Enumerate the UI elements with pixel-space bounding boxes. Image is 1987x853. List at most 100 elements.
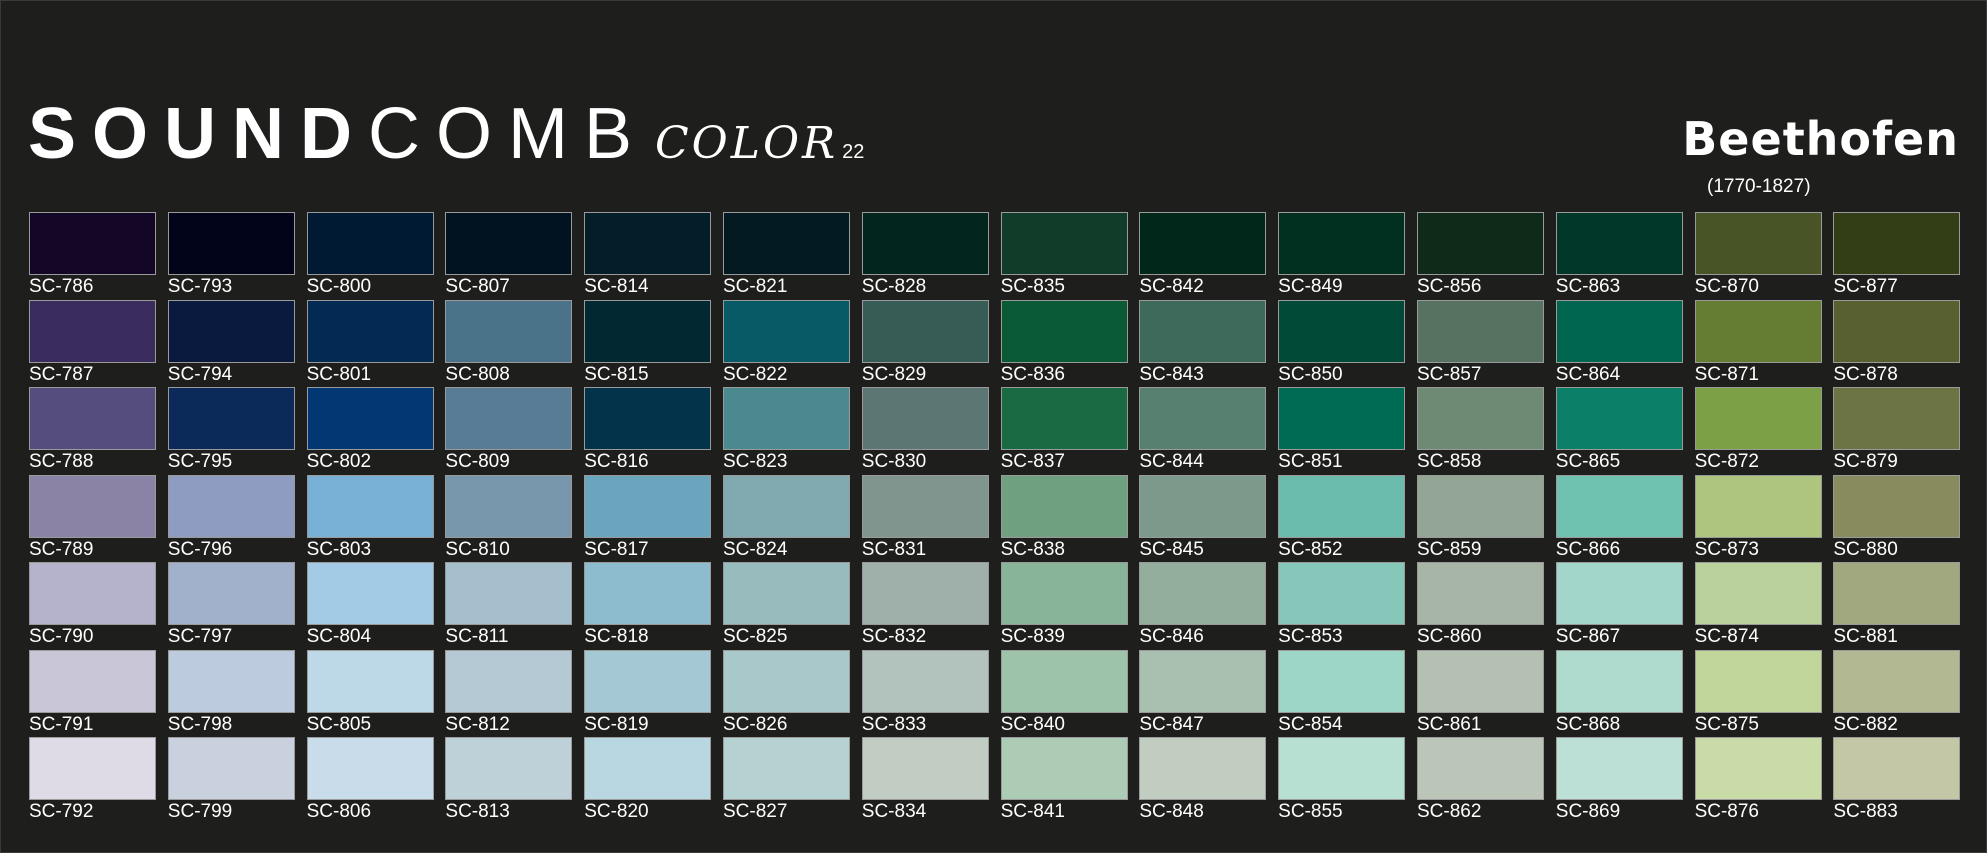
color-code: SC-814 bbox=[584, 276, 649, 297]
color-swatch bbox=[1000, 649, 1128, 713]
swatch-card: SC-799 bbox=[167, 737, 295, 825]
color-swatch bbox=[584, 387, 712, 450]
swatch-card: SC-792 bbox=[29, 737, 156, 825]
swatch-card: SC-816 bbox=[584, 387, 712, 475]
color-code: SC-821 bbox=[722, 276, 788, 297]
color-swatch bbox=[861, 212, 989, 275]
swatch-card: SC-817 bbox=[584, 474, 712, 563]
swatch-card: SC-865 bbox=[1555, 387, 1683, 475]
swatch-card: SC-797 bbox=[167, 562, 295, 650]
color-code: SC-818 bbox=[584, 626, 649, 647]
color-code: SC-855 bbox=[1278, 801, 1343, 822]
color-swatch bbox=[1000, 387, 1128, 450]
color-code: SC-796 bbox=[167, 538, 233, 560]
swatch-card: SC-869 bbox=[1555, 737, 1683, 825]
color-code: SC-848 bbox=[1139, 801, 1204, 822]
color-code: SC-852 bbox=[1278, 538, 1343, 560]
swatch-card: SC-853 bbox=[1278, 562, 1406, 650]
swatch-card: SC-854 bbox=[1278, 649, 1406, 738]
swatch-card: SC-881 bbox=[1833, 562, 1961, 650]
swatch-card: SC-826 bbox=[722, 649, 850, 738]
color-code: SC-874 bbox=[1694, 626, 1759, 647]
color-swatch bbox=[1555, 562, 1683, 625]
swatch-card: SC-836 bbox=[1000, 299, 1128, 388]
color-swatch bbox=[1833, 737, 1961, 800]
swatch-card: SC-808 bbox=[445, 299, 573, 388]
swatch-card: SC-861 bbox=[1416, 649, 1544, 738]
color-swatch bbox=[1694, 387, 1822, 450]
swatch-card: SC-842 bbox=[1139, 212, 1267, 300]
color-swatch bbox=[1555, 212, 1683, 275]
swatch-card: SC-787 bbox=[29, 299, 156, 388]
color-code: SC-857 bbox=[1416, 363, 1482, 385]
swatch-card: SC-883 bbox=[1833, 737, 1961, 825]
color-code: SC-816 bbox=[584, 451, 649, 472]
swatch-card: SC-864 bbox=[1555, 299, 1683, 388]
swatch-card: SC-821 bbox=[722, 212, 850, 300]
swatch-card: SC-839 bbox=[1000, 562, 1128, 650]
swatch-card: SC-803 bbox=[306, 474, 434, 563]
color-swatch bbox=[1139, 562, 1267, 625]
swatch-card: SC-819 bbox=[584, 649, 712, 738]
color-swatch bbox=[445, 212, 573, 275]
color-swatch bbox=[1139, 474, 1267, 538]
color-swatch bbox=[1694, 299, 1822, 363]
color-swatch bbox=[167, 299, 295, 363]
swatch-card: SC-843 bbox=[1139, 299, 1267, 388]
swatch-card: SC-867 bbox=[1555, 562, 1683, 650]
color-swatch bbox=[1278, 474, 1406, 538]
color-code: SC-827 bbox=[722, 801, 788, 822]
color-code: SC-863 bbox=[1555, 276, 1621, 297]
swatch-card: SC-807 bbox=[445, 212, 573, 300]
color-swatch bbox=[306, 299, 434, 363]
color-code: SC-804 bbox=[306, 626, 372, 647]
color-code: SC-877 bbox=[1833, 276, 1898, 297]
color-code: SC-883 bbox=[1833, 801, 1898, 822]
product-line-label: COLOR bbox=[655, 118, 839, 169]
color-code: SC-865 bbox=[1555, 451, 1621, 472]
swatch-card: SC-841 bbox=[1000, 737, 1128, 825]
color-code: SC-826 bbox=[722, 713, 788, 735]
color-code: SC-812 bbox=[445, 713, 510, 735]
color-code: SC-846 bbox=[1139, 626, 1204, 647]
color-code: SC-832 bbox=[861, 626, 927, 647]
color-swatch bbox=[445, 387, 573, 450]
swatch-card: SC-820 bbox=[584, 737, 712, 825]
color-code: SC-790 bbox=[29, 626, 94, 647]
color-swatch bbox=[445, 737, 573, 800]
swatch-card: SC-811 bbox=[445, 562, 573, 650]
swatch-card: SC-852 bbox=[1278, 474, 1406, 563]
swatch-card: SC-806 bbox=[306, 737, 434, 825]
color-code: SC-798 bbox=[167, 713, 233, 735]
color-code: SC-805 bbox=[306, 713, 372, 735]
color-swatch bbox=[1833, 474, 1961, 538]
swatch-card: SC-868 bbox=[1555, 649, 1683, 738]
color-code: SC-817 bbox=[584, 538, 649, 560]
color-code: SC-803 bbox=[306, 538, 372, 560]
color-swatch bbox=[1694, 474, 1822, 538]
color-swatch bbox=[584, 562, 712, 625]
swatch-card: SC-848 bbox=[1139, 737, 1267, 825]
color-code: SC-808 bbox=[445, 363, 510, 385]
color-code: SC-810 bbox=[445, 538, 510, 560]
color-swatch bbox=[1000, 474, 1128, 538]
color-swatch bbox=[584, 474, 712, 538]
color-swatch bbox=[584, 212, 712, 275]
swatch-card: SC-829 bbox=[861, 299, 989, 388]
color-swatch bbox=[722, 387, 850, 450]
color-code: SC-809 bbox=[445, 451, 510, 472]
color-swatch bbox=[1139, 387, 1267, 450]
swatch-card: SC-824 bbox=[722, 474, 850, 563]
swatch-card: SC-837 bbox=[1000, 387, 1128, 475]
color-code: SC-868 bbox=[1555, 713, 1621, 735]
swatch-card: SC-877 bbox=[1833, 212, 1961, 300]
color-swatch bbox=[1139, 212, 1267, 275]
color-swatch bbox=[1833, 387, 1961, 450]
swatch-card: SC-846 bbox=[1139, 562, 1267, 650]
color-code: SC-867 bbox=[1555, 626, 1621, 647]
color-code: SC-850 bbox=[1278, 363, 1343, 385]
swatch-card: SC-830 bbox=[861, 387, 989, 475]
color-swatch bbox=[29, 212, 156, 275]
color-swatch bbox=[1278, 562, 1406, 625]
color-code: SC-840 bbox=[1000, 713, 1065, 735]
